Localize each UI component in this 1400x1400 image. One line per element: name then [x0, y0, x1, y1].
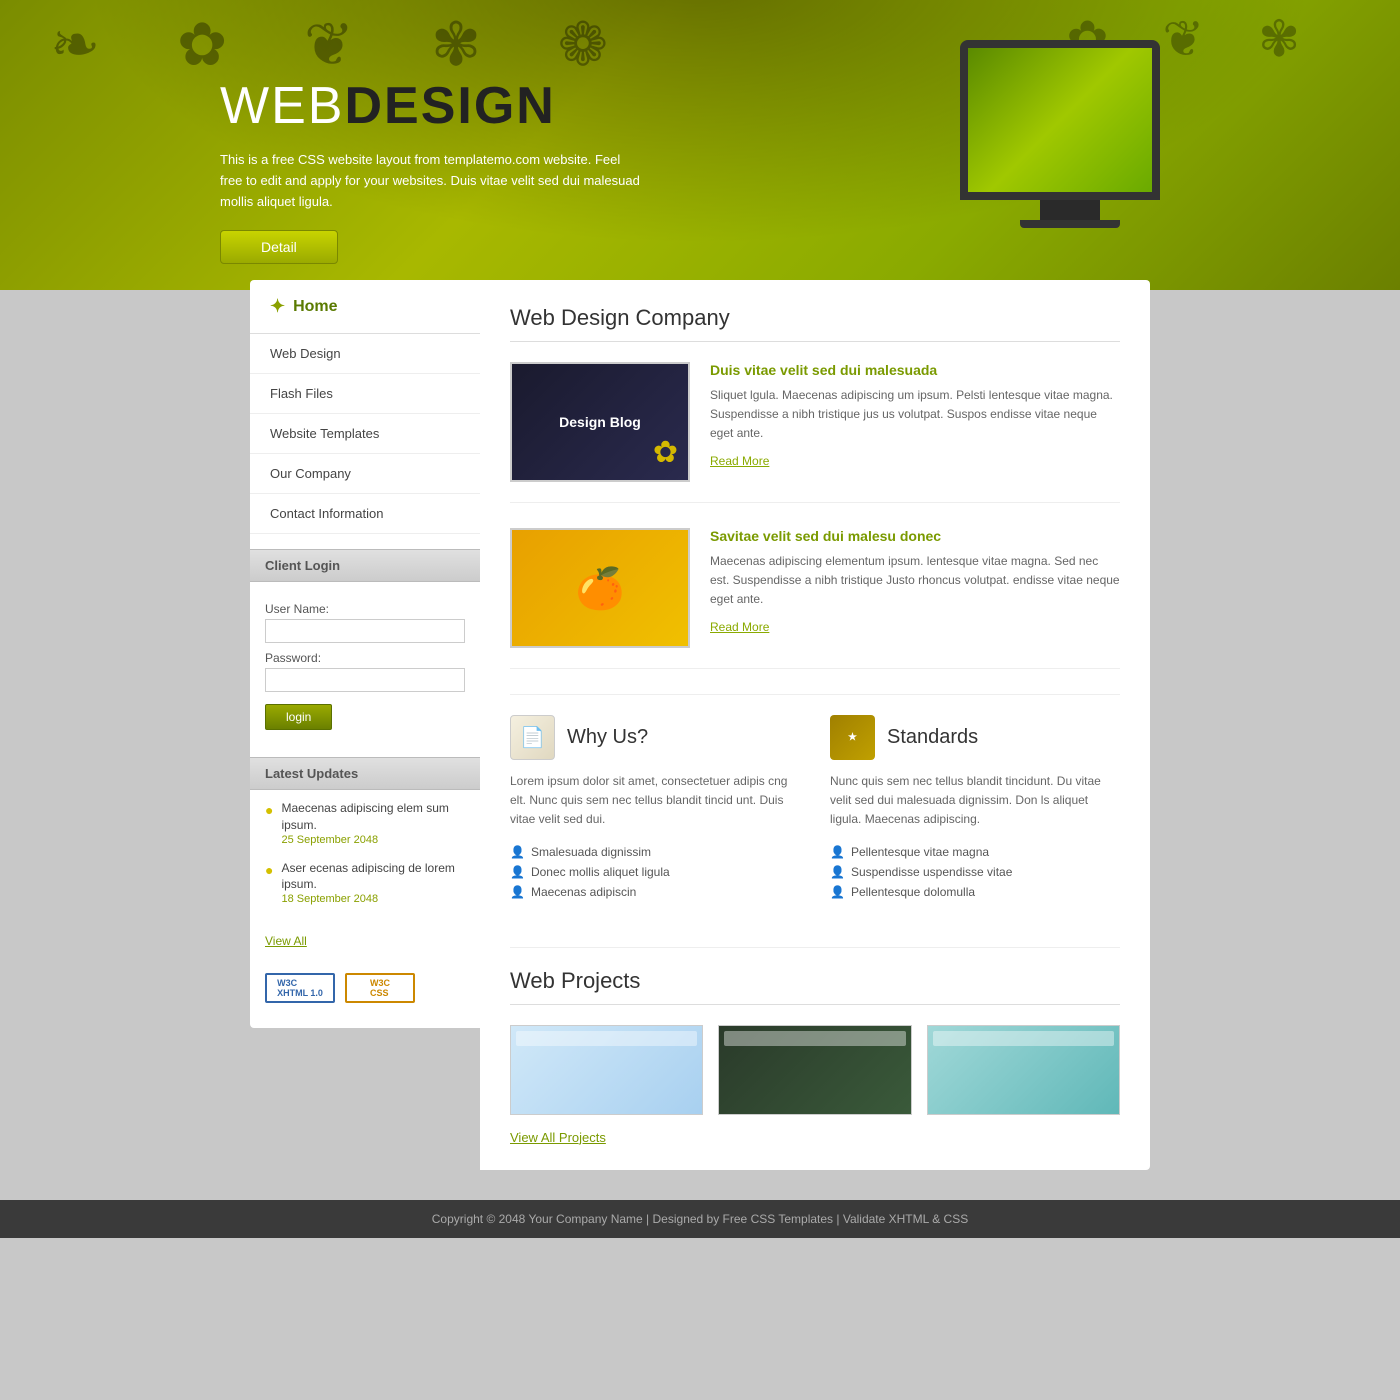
username-label: User Name:	[265, 602, 465, 616]
hero-monitor	[960, 40, 1180, 240]
nav-item-flash-files[interactable]: Flash Files	[250, 374, 480, 414]
w3c-css-badge: W3CCSS	[345, 973, 415, 1003]
project-thumb-1	[510, 1025, 703, 1115]
footer: Copyright © 2048 Your Company Name | Des…	[0, 1200, 1400, 1238]
view-all-projects-link[interactable]: View All Projects	[510, 1130, 1120, 1145]
password-label: Password:	[265, 651, 465, 665]
read-more-link-1[interactable]: Read More	[710, 454, 769, 468]
update-item-text: Aser ecenas adipiscing de lorem ipsum.	[281, 860, 465, 894]
login-form: User Name: Password: login	[250, 582, 480, 742]
projects-title: Web Projects	[510, 968, 1120, 1005]
article-item: Duis vitae velit sed dui malesuada Sliqu…	[510, 362, 1120, 503]
monitor-base	[1020, 220, 1120, 228]
standards-header: ★ Standards	[830, 715, 1120, 760]
standards-title: Standards	[887, 726, 978, 749]
projects-grid	[510, 1025, 1120, 1115]
hero-subtitle: This is a free CSS website layout from t…	[220, 150, 640, 212]
standards-icon: ★	[830, 715, 875, 760]
article-text-2: Savitae velit sed dui malesu donec Maece…	[710, 528, 1120, 648]
update-item-content: Maecenas adipiscing elem sum ipsum. 25 S…	[281, 800, 465, 846]
list-item: ● Aser ecenas adipiscing de lorem ipsum.…	[265, 860, 465, 906]
hero-content: WEBDESIGN This is a free CSS website lay…	[220, 80, 640, 264]
why-us-header: 📄 Why Us?	[510, 715, 800, 760]
password-input[interactable]	[265, 668, 465, 692]
article-body-2: Maecenas adipiscing elementum ipsum. len…	[710, 552, 1120, 610]
article-body-1: Sliquet lgula. Maecenas adipiscing um ip…	[710, 386, 1120, 444]
why-us-title: Why Us?	[567, 726, 648, 749]
article-heading-2: Savitae velit sed dui malesu donec	[710, 528, 1120, 544]
username-input[interactable]	[265, 619, 465, 643]
list-item: Suspendisse uspendisse vitae	[830, 862, 1120, 882]
design-blog-thumb	[512, 364, 688, 480]
nav-item-contact-information[interactable]: Contact Information	[250, 494, 480, 534]
main-content: Web Design Company Duis vitae velit sed …	[480, 280, 1150, 1170]
main-section-title: Web Design Company	[510, 305, 1120, 342]
project-thumb-2	[718, 1025, 911, 1115]
standards-list: Pellentesque vitae magna Suspendisse usp…	[830, 842, 1120, 902]
nav-item-website-templates[interactable]: Website Templates	[250, 414, 480, 454]
monitor-stand	[1040, 200, 1100, 220]
update-item-content: Aser ecenas adipiscing de lorem ipsum. 1…	[281, 860, 465, 906]
article-text-1: Duis vitae velit sed dui malesuada Sliqu…	[710, 362, 1120, 482]
article-heading-1: Duis vitae velit sed dui malesuada	[710, 362, 1120, 378]
hero-title-web: WEB	[220, 77, 344, 135]
article-thumbnail-2	[510, 528, 690, 648]
nav-item-web-design[interactable]: Web Design	[250, 334, 480, 374]
home-icon: ✦	[270, 296, 285, 317]
article-item: Savitae velit sed dui malesu donec Maece…	[510, 528, 1120, 669]
nav-item-our-company[interactable]: Our Company	[250, 454, 480, 494]
projects-section: Web Projects View All Projects	[510, 947, 1120, 1145]
updates-list: ● Maecenas adipiscing elem sum ipsum. 25…	[250, 790, 480, 929]
hero-section: WEBDESIGN This is a free CSS website lay…	[0, 0, 1400, 290]
latest-updates-header: Latest Updates	[250, 757, 480, 790]
update-item-date: 25 September 2048	[281, 834, 465, 846]
features-section: 📄 Why Us? Lorem ipsum dolor sit amet, co…	[510, 694, 1120, 922]
client-login-header: Client Login	[250, 549, 480, 582]
update-item-date: 18 September 2048	[281, 893, 465, 905]
standards-body: Nunc quis sem nec tellus blandit tincidu…	[830, 772, 1120, 830]
footer-text: Copyright © 2048 Your Company Name | Des…	[432, 1212, 968, 1226]
badges-area: W3CXHTML 1.0 W3CCSS	[250, 958, 480, 1008]
why-us-icon: 📄	[510, 715, 555, 760]
article-thumbnail-1	[510, 362, 690, 482]
hero-title-design: DESIGN	[344, 77, 555, 135]
list-item: Maecenas adipiscin	[510, 882, 800, 902]
sidebar: ✦ Home Web Design Flash Files Website Te…	[250, 280, 480, 1028]
hero-decorative	[0, 0, 1400, 290]
hero-detail-button[interactable]: Detail	[220, 230, 338, 264]
list-item: ● Maecenas adipiscing elem sum ipsum. 25…	[265, 800, 465, 846]
update-item-text: Maecenas adipiscing elem sum ipsum.	[281, 800, 465, 834]
nav-home[interactable]: ✦ Home	[250, 280, 480, 334]
list-item: Donec mollis aliquet ligula	[510, 862, 800, 882]
fruit-juice-thumb	[512, 530, 688, 646]
hero-title: WEBDESIGN	[220, 80, 640, 132]
why-us-column: 📄 Why Us? Lorem ipsum dolor sit amet, co…	[510, 715, 800, 902]
why-us-list: Smalesuada dignissim Donec mollis alique…	[510, 842, 800, 902]
list-item: Pellentesque dolomulla	[830, 882, 1120, 902]
update-bullet-icon: ●	[265, 802, 273, 818]
read-more-link-2[interactable]: Read More	[710, 620, 769, 634]
main-wrapper: ✦ Home Web Design Flash Files Website Te…	[250, 280, 1150, 1170]
project-thumb-3	[927, 1025, 1120, 1115]
standards-column: ★ Standards Nunc quis sem nec tellus bla…	[830, 715, 1120, 902]
update-bullet-icon: ●	[265, 862, 273, 878]
nav-home-label: Home	[293, 298, 337, 316]
w3c-xhtml-badge: W3CXHTML 1.0	[265, 973, 335, 1003]
login-button[interactable]: login	[265, 704, 332, 730]
list-item: Pellentesque vitae magna	[830, 842, 1120, 862]
updates-view-all-link[interactable]: View All	[250, 929, 480, 958]
why-us-body: Lorem ipsum dolor sit amet, consectetuer…	[510, 772, 800, 830]
content-area: ✦ Home Web Design Flash Files Website Te…	[250, 280, 1150, 1170]
monitor-screen	[968, 48, 1152, 192]
list-item: Smalesuada dignissim	[510, 842, 800, 862]
monitor-body	[960, 40, 1160, 200]
